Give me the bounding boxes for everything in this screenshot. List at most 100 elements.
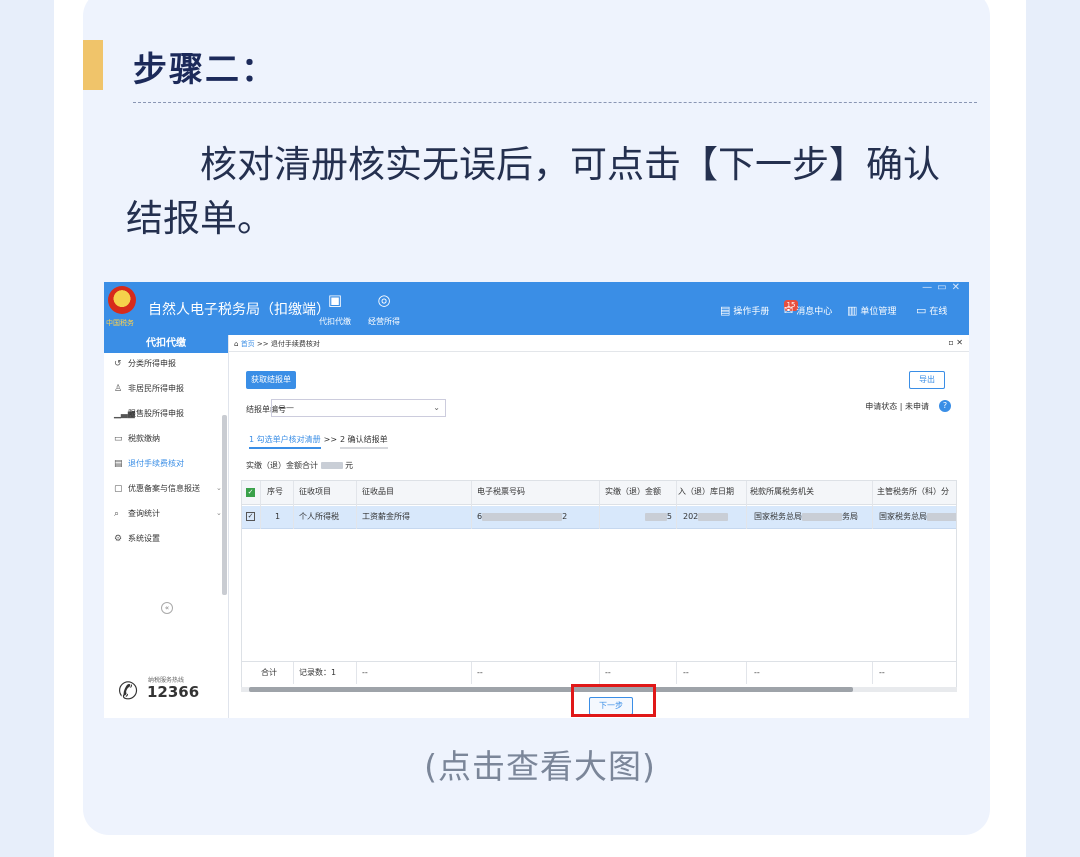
export-button[interactable]: 导出 [909, 371, 945, 389]
cell-index: 1 [275, 512, 281, 521]
footer-cell: -- [879, 668, 885, 677]
main-panel: ⌂ 首页 >> 退付手续费核对 ▫ ✕ 获取结报单 导出 结报单编号 —— ⌄ 申… [229, 335, 969, 718]
sidebar-scrollbar[interactable] [222, 415, 227, 595]
view-large-caption[interactable]: (点击查看大图) [0, 740, 1080, 788]
redacted-value [802, 512, 842, 521]
column-divider [676, 662, 677, 684]
breadcrumb-home[interactable]: 首页 [241, 340, 255, 348]
hotline-number: 12366 [147, 683, 200, 701]
total-amount: 实缴（退）金额合计 元 [246, 460, 353, 471]
step-title: 步骤二： [133, 50, 277, 90]
step-accent-bar [83, 40, 103, 90]
collapse-sidebar-icon[interactable]: « [161, 602, 173, 614]
column-header: 征收品目 [362, 487, 394, 496]
sidebar-item-settings[interactable]: ⚙ 系统设置 [114, 533, 160, 544]
column-divider [872, 481, 873, 529]
nav-business-income[interactable]: ◎ 经营所得 [360, 290, 408, 327]
column-divider [293, 662, 294, 684]
sidebar-item-label: 非居民所得申报 [128, 384, 184, 393]
column-divider [293, 481, 294, 529]
step-arrow: >> [323, 435, 338, 444]
cell-date: 202 [678, 506, 746, 528]
message-center-link[interactable]: ✉ 消息中心 [784, 304, 832, 317]
chevron-down-icon[interactable]: ⌄ [216, 484, 222, 492]
minimize-icon[interactable]: — [922, 282, 937, 293]
footer-record-count: 记录数：1 [299, 668, 337, 677]
sidebar-header: 代扣代缴 [104, 335, 228, 353]
tab-controls: ▫ ✕ [948, 338, 963, 347]
dashed-divider [133, 102, 977, 103]
sidebar-item-refund-fee-check[interactable]: ▤ 退付手续费核对 [114, 458, 184, 469]
office-prefix: 国家税务总局 [879, 512, 927, 521]
app-title: 自然人电子税务局（扣缴端） [148, 302, 330, 318]
restore-tab-icon[interactable]: ▫ [948, 338, 953, 347]
sidebar-item-tax-payment[interactable]: ▭ 税款缴纳 [114, 433, 160, 444]
breadcrumb-current: 退付手续费核对 [270, 340, 320, 348]
manual-link[interactable]: ▤ 操作手册 [720, 304, 769, 317]
nav-withholding[interactable]: ▣ 代扣代缴 [311, 290, 359, 327]
footer-cell: -- [605, 668, 611, 677]
cell-item: 个人所得税 [299, 512, 339, 521]
mail-icon: ✉ [784, 304, 794, 317]
authority-prefix: 国家税务总局 [754, 512, 802, 521]
select-all-checkbox[interactable]: ✓ [246, 488, 255, 497]
messages-label: 消息中心 [796, 307, 833, 317]
table-footer: 合计 记录数：1 -- -- -- -- -- -- [242, 661, 956, 684]
home-icon[interactable]: ⌂ [234, 340, 238, 348]
footer-total-label: 合计 [261, 668, 277, 677]
footer-cell: -- [683, 668, 689, 677]
breadcrumb: ⌂ 首页 >> 退付手续费核对 [234, 339, 320, 349]
amount-suffix: 5 [666, 512, 672, 521]
manual-label: 操作手册 [733, 307, 770, 317]
row-checkbox[interactable]: ✓ [246, 512, 255, 521]
sidebar-item-label: 系统设置 [128, 534, 160, 543]
sidebar-item-restricted-shares[interactable]: ▁▃▅限售股所得申报 [114, 408, 184, 419]
cell-authority: 国家税务总局 务局 [749, 506, 873, 528]
column-divider [471, 481, 472, 529]
redacted-value [482, 512, 563, 521]
window-controls: —▭✕ [922, 282, 965, 293]
close-tab-icon[interactable]: ✕ [956, 338, 963, 347]
online-status[interactable]: ▭ 在线 [916, 304, 947, 317]
unit-management-link[interactable]: ▥ 单位管理 [847, 304, 896, 317]
column-header: 税款所属税务机关 [750, 487, 814, 496]
column-divider [872, 662, 873, 684]
status-label: 申请状态 [865, 402, 898, 411]
highlight-box [571, 684, 656, 717]
tab-step-2[interactable]: 2 确认结报单 [340, 435, 388, 449]
scrollbar-thumb[interactable] [249, 687, 853, 692]
apply-status: 申请状态 | 未申请 [865, 401, 929, 412]
online-label: 在线 [929, 307, 948, 317]
doc-icon: ▢ [114, 484, 123, 494]
total-unit: 元 [345, 461, 354, 470]
help-icon[interactable]: ? [939, 400, 951, 412]
logo-text: 中国税务 [106, 319, 134, 327]
instruction-paragraph: 核对清册核实无误后，可点击【下一步】确认结报单。 [126, 143, 940, 240]
tab-step-1[interactable]: 1 勾选单户核对清册 [249, 435, 321, 449]
card-icon: ▭ [114, 434, 123, 444]
cell-office: 国家税务总局 [874, 506, 956, 528]
search-icon: ⌕ [114, 509, 120, 519]
sidebar-item-preferential-filing[interactable]: ▢ 优惠备案与信息报送 [114, 483, 200, 494]
cell-ticket-no: 62 [472, 506, 600, 528]
sidebar-item-classified-income[interactable]: ↺ 分类所得申报 [114, 358, 176, 369]
redacted-value [927, 512, 956, 521]
close-icon[interactable]: ✕ [952, 282, 965, 293]
report-no-value: —— [278, 403, 294, 412]
sidebar-item-nonresident[interactable]: ♙ 非居民所得申报 [114, 383, 184, 394]
chevron-down-icon[interactable]: ⌄ [216, 509, 222, 517]
wallet-icon: ▣ [327, 291, 343, 309]
cell-category: 工资薪金所得 [362, 512, 410, 521]
footer-cell: -- [477, 668, 483, 677]
column-divider [260, 481, 261, 529]
maximize-icon[interactable]: ▭ [937, 282, 951, 293]
chevron-down-icon: ⌄ [433, 403, 440, 412]
status-value: 未申请 [905, 402, 929, 411]
column-header: 征收项目 [299, 487, 331, 496]
monitor-icon: ▭ [916, 304, 927, 317]
coins-icon: ◎ [377, 291, 391, 309]
report-no-select[interactable]: —— ⌄ [271, 399, 446, 417]
get-report-button[interactable]: 获取结报单 [246, 371, 296, 389]
column-divider [676, 481, 677, 529]
sidebar-item-query-stats[interactable]: ⌕ 查询统计 [114, 508, 160, 519]
